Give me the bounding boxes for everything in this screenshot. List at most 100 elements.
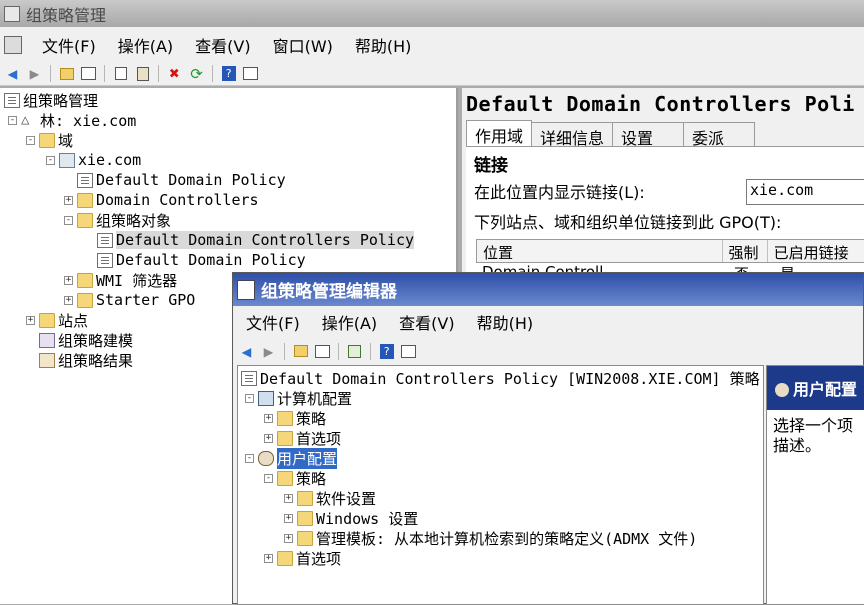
up-folder-icon[interactable] [291, 342, 310, 360]
tree-label: 策略 [296, 469, 327, 488]
show-tree-icon[interactable] [313, 342, 332, 360]
menu-window[interactable]: 窗口(W) [265, 33, 341, 57]
expand-icon[interactable]: + [284, 513, 293, 523]
tree-node-sites[interactable]: + 站点 [26, 310, 88, 330]
tab-settings[interactable]: 设置 [612, 122, 685, 148]
tab-delegation[interactable]: 委派 [683, 122, 756, 148]
back-arrow-icon[interactable]: ◀ [237, 342, 256, 361]
main-titlebar: 组策略管理 [0, 0, 864, 27]
editor-toolbar: ◀ ▶ ? [233, 339, 863, 363]
expand-icon[interactable]: + [264, 413, 273, 423]
tree-node-computer-config[interactable]: - 计算机配置 [245, 388, 352, 408]
toolbar-separator [50, 65, 51, 82]
gpo-icon [97, 252, 113, 268]
results-icon [39, 352, 55, 368]
collapse-icon[interactable]: - [26, 135, 35, 145]
tree-node-domain-controllers[interactable]: + Domain Controllers [64, 190, 259, 210]
links-section-title: 链接 [474, 156, 508, 176]
wmi-folder-icon [77, 272, 93, 288]
tree-node-modeling[interactable]: 组策略建模 [26, 330, 133, 350]
forward-arrow-icon[interactable]: ▶ [259, 342, 278, 361]
collapse-icon[interactable]: - [245, 393, 254, 403]
description-header: 用户配置 [767, 366, 864, 410]
tree-label: 组策略对象 [96, 211, 172, 230]
expand-icon[interactable]: + [284, 493, 293, 503]
modeling-icon [39, 332, 55, 348]
expand-icon[interactable]: + [64, 275, 73, 285]
expand-icon[interactable]: + [264, 433, 273, 443]
column-header-enforced[interactable]: 强制 [723, 240, 768, 262]
expand-icon[interactable]: + [64, 195, 73, 205]
folder-icon [277, 430, 293, 446]
expand-icon[interactable]: + [64, 295, 73, 305]
editor-menu-view[interactable]: 查看(V) [390, 310, 463, 334]
expand-icon[interactable]: + [264, 553, 273, 563]
export-list-icon[interactable] [345, 342, 364, 360]
tree-node-software-settings[interactable]: + 软件设置 [284, 488, 376, 508]
tree-node-domains[interactable]: - 域 [26, 130, 73, 150]
editor-menu-action[interactable]: 操作(A) [313, 310, 386, 334]
links-grid-header: 位置 强制 已启用链接 [476, 239, 864, 263]
menu-action[interactable]: 操作(A) [110, 33, 181, 57]
show-tree-icon[interactable] [79, 65, 98, 83]
properties-icon[interactable] [399, 342, 418, 360]
up-folder-icon[interactable] [57, 65, 76, 83]
column-header-link-enabled[interactable]: 已启用链接 [768, 240, 864, 262]
tree-node-admin-templates[interactable]: + 管理模板: 从本地计算机检索到的策略定义(ADMX 文件) [284, 528, 697, 548]
tree-node-uc-preferences[interactable]: + 首选项 [264, 548, 341, 568]
user-icon [775, 383, 789, 397]
expand-icon[interactable]: + [284, 533, 293, 543]
tree-node-user-config[interactable]: - 用户配置 [245, 447, 338, 469]
tree-node-results[interactable]: 组策略结果 [26, 350, 133, 370]
help-icon[interactable]: ? [219, 65, 238, 83]
back-arrow-icon[interactable]: ◀ [3, 64, 22, 83]
gpo-icon [97, 232, 113, 248]
help-icon[interactable]: ? [377, 342, 396, 360]
expand-icon[interactable]: + [26, 315, 35, 325]
copy-icon[interactable] [111, 65, 130, 83]
folder-icon [277, 410, 293, 426]
tree-node-root[interactable]: 组策略管理 [4, 90, 98, 110]
collapse-icon[interactable]: - [8, 115, 17, 125]
delete-icon[interactable]: ✖ [165, 64, 184, 84]
tree-label: 首选项 [296, 429, 342, 448]
tree-node-cc-policies[interactable]: + 策略 [264, 408, 326, 428]
menu-file[interactable]: 文件(F) [34, 33, 104, 57]
gpmc-app-icon [4, 5, 20, 22]
tree-node-cc-preferences[interactable]: + 首选项 [264, 428, 341, 448]
display-links-dropdown[interactable]: xie.com [746, 179, 864, 205]
tree-node-default-domain-policy-link[interactable]: Default Domain Policy [64, 170, 286, 190]
tree-node-starter-gpo[interactable]: + Starter GPO [64, 290, 195, 310]
column-header-location[interactable]: 位置 [477, 240, 723, 262]
tree-node-windows-settings[interactable]: + Windows 设置 [284, 508, 418, 528]
tree-node-forest[interactable]: - △ 林: xie.com [8, 110, 136, 130]
collapse-icon[interactable]: - [245, 453, 254, 463]
tree-node-gpo-default-domain-policy[interactable]: Default Domain Policy [84, 250, 306, 270]
collapse-icon[interactable]: - [46, 155, 55, 165]
forward-arrow-icon[interactable]: ▶ [25, 64, 44, 83]
tree-node-domain[interactable]: - xie.com [46, 150, 141, 170]
properties-icon[interactable] [241, 65, 260, 83]
menu-view[interactable]: 查看(V) [187, 33, 258, 57]
tree-node-gpo-default-domain-controllers-policy[interactable]: Default Domain Controllers Policy [84, 230, 415, 250]
editor-menu-help[interactable]: 帮助(H) [468, 310, 543, 334]
tab-details[interactable]: 详细信息 [531, 122, 614, 148]
collapse-icon[interactable]: - [64, 215, 73, 225]
editor-tree-root[interactable]: Default Domain Controllers Policy [WIN20… [241, 368, 760, 388]
details-tabs: 作用域 详细信息 设置 委派 [466, 120, 756, 148]
paste-icon[interactable] [133, 65, 152, 83]
tree-label: 软件设置 [316, 489, 377, 508]
refresh-icon[interactable]: ⟳ [187, 65, 206, 83]
system-menu-icon[interactable] [4, 35, 22, 54]
tab-scope[interactable]: 作用域 [466, 120, 533, 147]
description-text: 选择一个项 描述。 [773, 416, 853, 456]
collapse-icon[interactable]: - [264, 473, 273, 483]
gpo-link-icon [77, 172, 93, 188]
tree-node-wmi-filters[interactable]: + WMI 筛选器 [64, 270, 177, 290]
tree-node-gpo-objects[interactable]: - 组策略对象 [64, 210, 171, 230]
tree-label: Default Domain Policy [96, 171, 286, 189]
menu-help[interactable]: 帮助(H) [347, 33, 420, 57]
editor-menu-file[interactable]: 文件(F) [237, 310, 309, 334]
tree-node-uc-policies[interactable]: - 策略 [264, 468, 326, 488]
tree-label: 计算机配置 [277, 389, 353, 408]
